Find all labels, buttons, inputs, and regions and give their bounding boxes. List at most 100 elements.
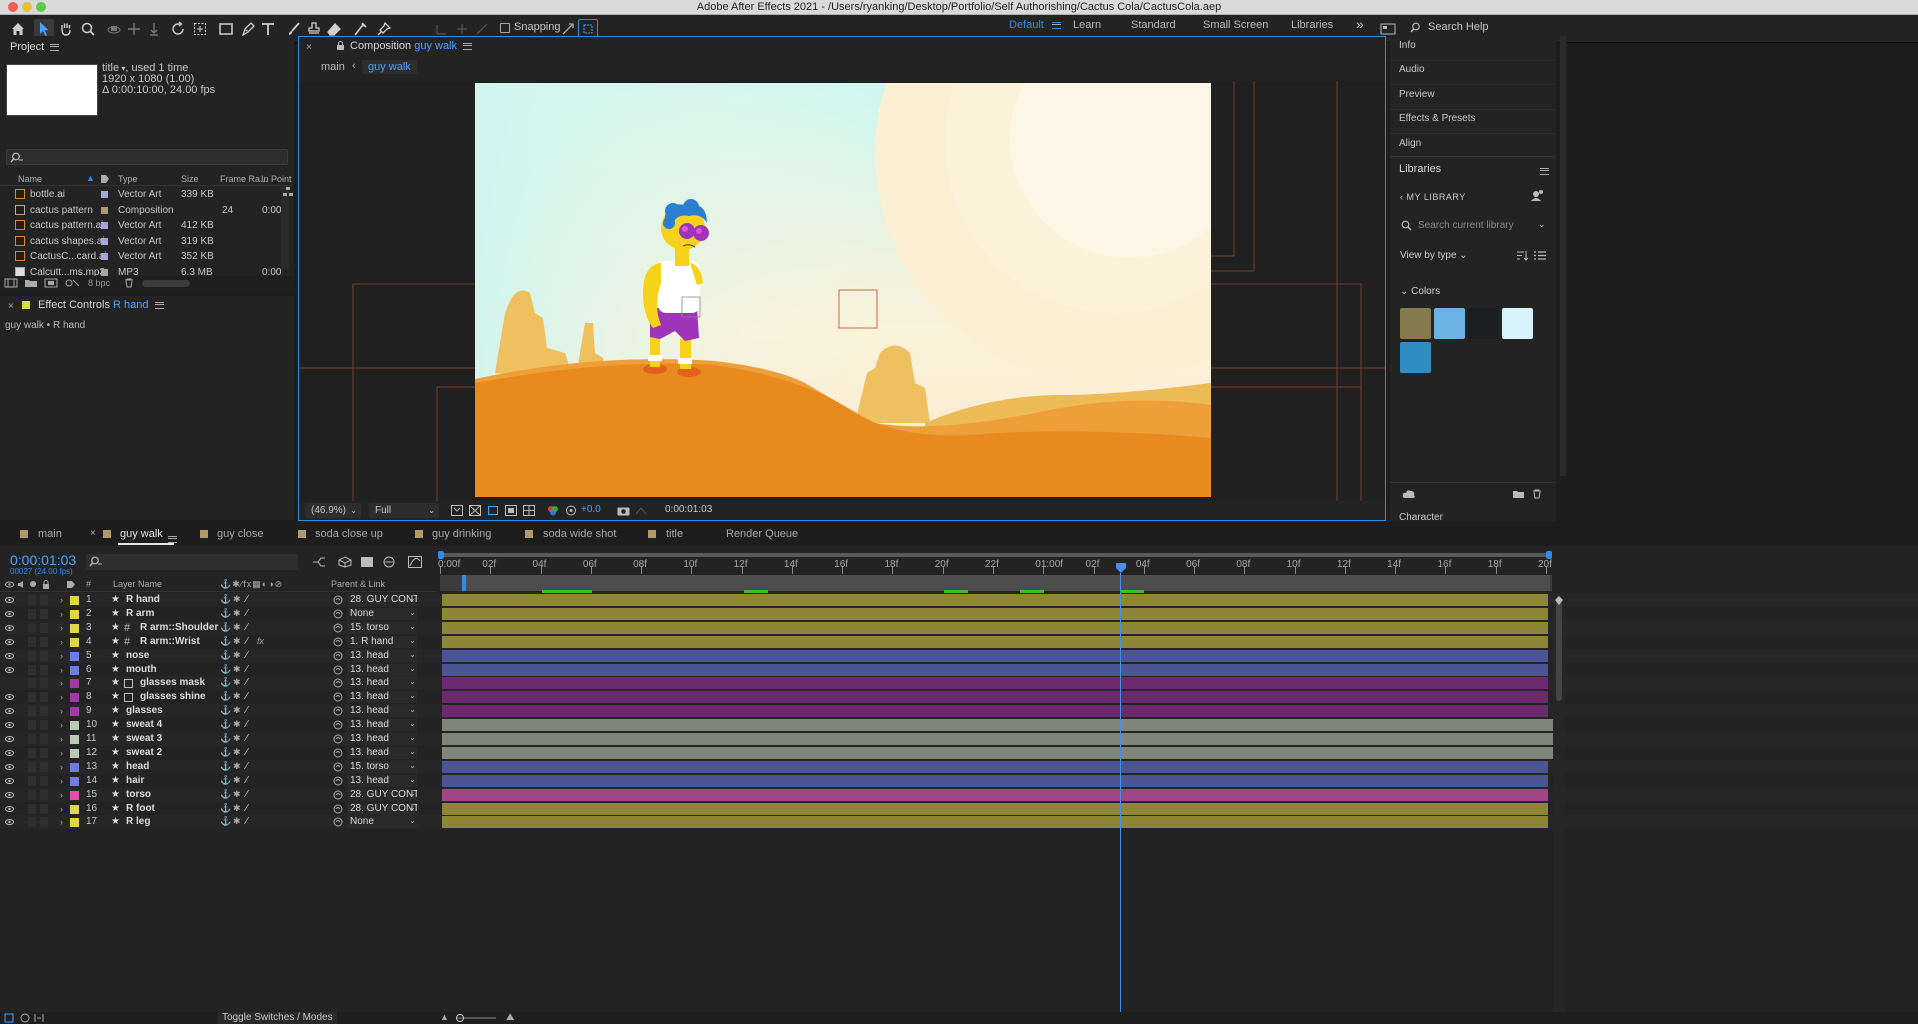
pick-whip-icon[interactable] [333,706,343,716]
parent-link-dropdown[interactable]: 13. head [347,649,417,662]
parent-link-dropdown[interactable]: 15. torso [347,760,417,773]
layer-duration-bar[interactable] [442,719,1554,732]
channel-rgb-icon[interactable] [547,505,559,516]
layer-name[interactable]: R foot [126,803,155,814]
layer-duration-bar[interactable] [442,691,1548,704]
panel-item-align[interactable]: Align [1399,138,1421,149]
color-swatch-5[interactable] [1400,342,1431,373]
label-color-swatch[interactable] [101,268,108,276]
layer-name[interactable]: hair [126,775,144,786]
workspace-standard[interactable]: Standard [1131,19,1176,31]
expand-chevron-icon[interactable]: › [60,776,63,786]
lock-slot[interactable] [40,706,48,717]
col-name[interactable]: Name [18,174,42,184]
label-color-swatch[interactable] [101,253,108,260]
layer-label-color[interactable] [70,707,79,717]
libraries-menu-icon[interactable] [1534,165,1549,177]
layer-duration-bar[interactable] [442,677,1548,690]
parent-link-dropdown[interactable]: 13. head [347,774,417,787]
layer-duration-bar[interactable] [442,733,1554,745]
visibility-eye-icon[interactable] [5,610,14,618]
layer-label-color[interactable] [70,637,79,647]
interpret-footage-icon[interactable] [4,278,18,288]
layer-row[interactable]: › 16 ★ R foot ⚓ ✱ ∕ 28. GUY CONT ⌄ [0,801,1918,816]
playhead-handle[interactable] [1116,563,1126,573]
lock-slot[interactable] [40,775,48,786]
exposure-value[interactable]: +0.0 [581,504,601,515]
expand-chevron-icon[interactable]: › [60,678,63,688]
collapse-switch-icon[interactable]: ✱ [233,691,241,702]
layer-switches-pane-icon[interactable] [4,1013,14,1023]
collapse-switch-icon[interactable]: ✱ [233,733,241,744]
bit-depth-button[interactable]: 8 bpc [88,278,110,288]
shy-switch-icon[interactable]: ⚓ [220,733,231,744]
visibility-eye-icon[interactable] [5,763,14,771]
label-column-icon[interactable] [100,174,110,184]
project-search-input[interactable] [6,149,288,165]
search-help-field[interactable]: Search Help [1406,19,1566,35]
pick-whip-icon[interactable] [333,720,343,730]
collapse-switch-icon[interactable]: ✱ [233,816,241,827]
solo-slot[interactable] [28,817,36,828]
viewer-timecode[interactable]: 0:00:01:03 [665,504,712,515]
new-group-folder-icon[interactable] [1512,489,1525,499]
visibility-eye-icon[interactable] [5,596,14,604]
lock-slot[interactable] [40,595,48,605]
visibility-eye-icon[interactable] [5,707,14,715]
layer-row[interactable]: › 14 ★ hair ⚓ ✱ ∕ 13. head ⌄ [0,773,1918,788]
shy-switch-icon[interactable]: ⚓ [220,789,231,800]
lock-slot[interactable] [40,650,48,661]
quality-switch-icon[interactable]: ∕ [246,789,248,800]
project-row[interactable]: cactus pattern.ai Vector Art 412 KB [0,218,280,233]
lock-slot[interactable] [40,761,48,772]
pick-whip-icon[interactable] [333,678,343,688]
parent-link-dropdown[interactable]: 13. head [347,677,417,690]
trash-icon[interactable] [124,278,134,288]
pick-whip-icon[interactable] [333,609,343,619]
quality-switch-icon[interactable]: ∕ [246,761,248,772]
visibility-eye-icon[interactable] [5,624,14,632]
quality-switch-icon[interactable]: ∕ [246,803,248,814]
visibility-eye-icon[interactable] [5,791,14,799]
layer-label-color[interactable] [70,651,79,661]
pick-whip-icon[interactable] [333,748,343,758]
timeline-tab-main[interactable]: main [38,528,62,540]
layer-duration-bar[interactable] [442,635,1548,648]
shy-switch-icon[interactable]: ⚓ [220,719,231,730]
solo-slot[interactable] [28,650,36,661]
timeline-tab-guy-drinking[interactable]: guy drinking [432,528,491,540]
modes-pane-icon[interactable] [20,1013,30,1023]
layer-name[interactable]: R hand [126,594,160,605]
pick-whip-icon[interactable] [333,762,343,772]
chevron-down-icon[interactable]: ⌄ [1538,219,1546,230]
color-swatch-3[interactable] [1468,308,1499,339]
layer-name[interactable]: R arm::Shoulder [140,622,218,633]
visibility-eye-icon[interactable] [5,666,14,674]
close-tab-icon[interactable]: × [8,301,14,312]
layer-name[interactable]: head [126,761,149,772]
minimize-window-icon[interactable] [22,2,32,12]
expand-chevron-icon[interactable]: › [60,595,63,605]
layer-row[interactable]: › 17 ★ R leg ⚓ ✱ ∕ None ⌄ [0,815,1918,830]
layer-row[interactable]: › 5 ★ nose ⚓ ✱ ∕ 13. head ⌄ [0,648,1918,663]
collapse-switch-icon[interactable]: ✱ [233,636,241,647]
layer-row[interactable]: › 13 ★ head ⚓ ✱ ∕ 15. torso ⌄ [0,759,1918,774]
layer-label-color[interactable] [70,804,79,814]
lock-slot[interactable] [40,678,48,689]
visibility-eye-icon[interactable] [5,749,14,757]
collapse-switch-icon[interactable]: ✱ [233,789,241,800]
layer-label-color[interactable] [70,665,79,675]
layer-number-header[interactable]: # [86,579,91,589]
zoom-window-icon[interactable] [36,2,46,12]
quality-switch-icon[interactable]: ∕ [246,719,248,730]
work-area-start[interactable] [462,575,466,591]
project-row[interactable]: cactus pattern Composition 24 0:00 [0,203,281,218]
lock-slot[interactable] [40,734,48,744]
timeline-tab-soda-wide-shot[interactable]: soda wide shot [543,528,616,540]
visibility-eye-icon[interactable] [5,805,14,813]
workspace-small-screen[interactable]: Small Screen [1203,19,1268,31]
my-library-back[interactable]: ‹ MY LIBRARY [1400,192,1466,202]
effect-controls-menu-icon[interactable] [154,301,164,309]
list-view-icon[interactable] [1534,250,1546,261]
quality-switch-icon[interactable]: ∕ [246,650,248,661]
